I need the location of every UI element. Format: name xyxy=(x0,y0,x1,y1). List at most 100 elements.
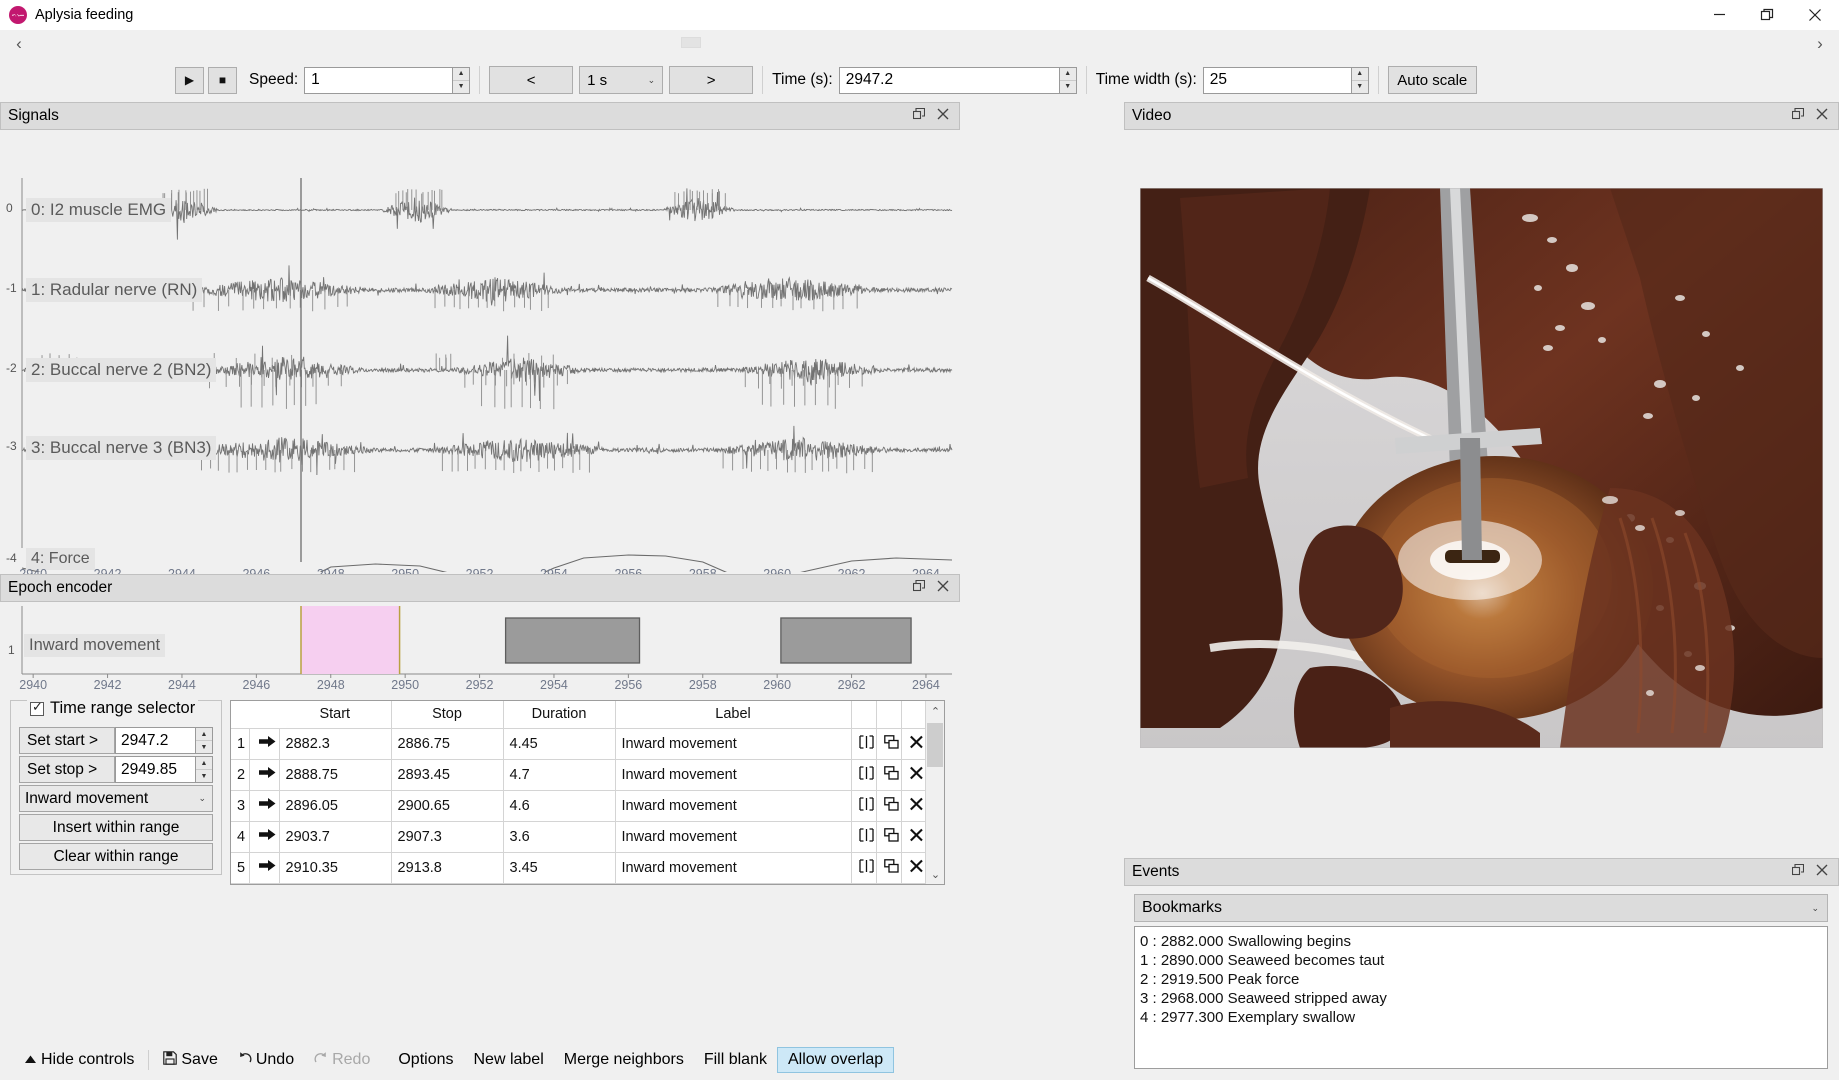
stop-time-input[interactable]: 2949.85 xyxy=(115,756,195,783)
table-column-header[interactable]: Start xyxy=(279,701,391,728)
label-select[interactable]: Inward movement ⌄ xyxy=(19,785,213,812)
goto-arrow-icon[interactable] xyxy=(249,821,279,852)
merge-neighbors-button[interactable]: Merge neighbors xyxy=(554,1048,694,1072)
spin-up-icon[interactable]: ▲ xyxy=(453,68,469,81)
cell-stop[interactable]: 2900.65 xyxy=(391,790,503,821)
signal-channel-label-0[interactable]: 0: I2 muscle EMG xyxy=(26,198,171,222)
spin-up-icon[interactable]: ▲ xyxy=(1352,68,1368,81)
undo-button[interactable]: Undo xyxy=(228,1048,304,1073)
cell-stop[interactable]: 2893.45 xyxy=(391,759,503,790)
close-panel-icon[interactable] xyxy=(937,107,949,125)
cell-label[interactable]: Inward movement xyxy=(615,728,851,759)
spin-down-icon[interactable]: ▼ xyxy=(453,81,469,93)
auto-scale-button[interactable]: Auto scale xyxy=(1388,66,1477,94)
cell-label[interactable]: Inward movement xyxy=(615,759,851,790)
cell-duration[interactable]: 3.6 xyxy=(503,821,615,852)
duplicate-epoch-icon[interactable] xyxy=(876,790,901,821)
duplicate-epoch-icon[interactable] xyxy=(876,759,901,790)
speed-spinner[interactable]: ▲ ▼ xyxy=(452,67,470,94)
hide-controls-button[interactable]: Hide controls xyxy=(14,1048,144,1072)
cell-duration[interactable]: 3.45 xyxy=(503,852,615,883)
spin-up-icon[interactable]: ▲ xyxy=(196,728,212,741)
time-width-input[interactable]: 25 xyxy=(1203,67,1351,94)
step-size-select[interactable]: 1 s ⌄ xyxy=(579,66,663,94)
signal-channel-label-1[interactable]: 1: Radular nerve (RN) xyxy=(26,278,202,302)
cell-duration[interactable]: 4.6 xyxy=(503,790,615,821)
delete-epoch-icon[interactable] xyxy=(901,821,926,852)
video-area[interactable] xyxy=(1124,130,1839,807)
epoch-row-label[interactable]: Inward movement xyxy=(24,634,165,657)
save-button[interactable]: Save xyxy=(153,1048,227,1073)
time-range-selector-toggle[interactable]: Time range selector xyxy=(27,699,198,718)
maximize-icon[interactable] xyxy=(1743,0,1791,30)
set-stop-button[interactable]: Set stop > xyxy=(19,756,115,783)
time-spinner[interactable]: ▲ ▼ xyxy=(1059,67,1077,94)
spin-down-icon[interactable]: ▼ xyxy=(196,770,212,782)
speed-stepper[interactable]: 1 ▲ ▼ xyxy=(304,67,470,94)
epoch-table[interactable]: StartStopDurationLabel 12882.32886.754.4… xyxy=(230,700,945,885)
close-panel-icon[interactable] xyxy=(937,579,949,597)
scrollbar-thumb[interactable] xyxy=(927,723,943,767)
time-width-spinner[interactable]: ▲ ▼ xyxy=(1351,67,1369,94)
cell-start[interactable]: 2888.75 xyxy=(279,759,391,790)
step-forward-button[interactable]: > xyxy=(669,66,753,94)
split-epoch-icon[interactable] xyxy=(851,728,876,759)
float-panel-icon[interactable] xyxy=(1792,863,1804,881)
event-list-item[interactable]: 1 : 2890.000 Seaweed becomes taut xyxy=(1140,951,1827,970)
new-label-button[interactable]: New label xyxy=(463,1048,553,1072)
split-epoch-icon[interactable] xyxy=(851,821,876,852)
table-column-header[interactable] xyxy=(231,701,249,728)
table-row[interactable]: 22888.752893.454.7Inward movement xyxy=(231,759,926,790)
duplicate-epoch-icon[interactable] xyxy=(876,852,901,883)
cell-label[interactable]: Inward movement xyxy=(615,821,851,852)
spin-down-icon[interactable]: ▼ xyxy=(1060,81,1076,93)
table-row[interactable]: 32896.052900.654.6Inward movement xyxy=(231,790,926,821)
float-panel-icon[interactable] xyxy=(913,579,925,597)
epoch-encoder-plot[interactable]: 1Inward movement294029422944294629482950… xyxy=(0,602,960,694)
time-range-selector-checkbox[interactable] xyxy=(30,702,44,716)
split-epoch-icon[interactable] xyxy=(851,790,876,821)
float-panel-icon[interactable] xyxy=(1792,107,1804,125)
chevron-left-icon[interactable]: ‹ xyxy=(9,34,29,54)
close-panel-icon[interactable] xyxy=(1816,107,1828,125)
scroll-up-icon[interactable]: ⌃ xyxy=(926,701,945,721)
goto-arrow-icon[interactable] xyxy=(249,728,279,759)
scroll-down-icon[interactable]: ⌄ xyxy=(926,864,945,884)
events-list[interactable]: 0 : 2882.000 Swallowing begins1 : 2890.0… xyxy=(1134,926,1828,1069)
options-button[interactable]: Options xyxy=(388,1048,463,1072)
delete-epoch-icon[interactable] xyxy=(901,852,926,883)
cell-start[interactable]: 2896.05 xyxy=(279,790,391,821)
event-list-item[interactable]: 4 : 2977.300 Exemplary swallow xyxy=(1140,1008,1827,1027)
table-column-header[interactable] xyxy=(851,701,876,728)
cell-duration[interactable]: 4.45 xyxy=(503,728,615,759)
speed-input[interactable]: 1 xyxy=(304,67,452,94)
cell-stop[interactable]: 2907.3 xyxy=(391,821,503,852)
goto-arrow-icon[interactable] xyxy=(249,759,279,790)
spin-down-icon[interactable]: ▼ xyxy=(196,741,212,753)
split-epoch-icon[interactable] xyxy=(851,852,876,883)
goto-arrow-icon[interactable] xyxy=(249,852,279,883)
time-stepper[interactable]: 2947.2 ▲ ▼ xyxy=(839,67,1077,94)
cell-start[interactable]: 2882.3 xyxy=(279,728,391,759)
spin-up-icon[interactable]: ▲ xyxy=(1060,68,1076,81)
signal-channel-label-2[interactable]: 2: Buccal nerve 2 (BN2) xyxy=(26,358,216,382)
chevron-right-icon[interactable]: › xyxy=(1810,34,1830,54)
table-column-header[interactable] xyxy=(249,701,279,728)
event-list-item[interactable]: 3 : 2968.000 Seaweed stripped away xyxy=(1140,989,1827,1008)
start-time-input[interactable]: 2947.2 xyxy=(115,727,195,754)
delete-epoch-icon[interactable] xyxy=(901,790,926,821)
duplicate-epoch-icon[interactable] xyxy=(876,821,901,852)
cell-label[interactable]: Inward movement xyxy=(615,852,851,883)
play-button[interactable]: ▶ xyxy=(175,67,204,94)
table-column-header[interactable]: Stop xyxy=(391,701,503,728)
spin-down-icon[interactable]: ▼ xyxy=(1352,81,1368,93)
spin-up-icon[interactable]: ▲ xyxy=(196,757,212,770)
float-panel-icon[interactable] xyxy=(913,107,925,125)
goto-arrow-icon[interactable] xyxy=(249,790,279,821)
set-start-button[interactable]: Set start > xyxy=(19,727,115,754)
stop-time-spinner[interactable]: ▲ ▼ xyxy=(195,756,213,783)
toolbar-grip[interactable] xyxy=(681,37,701,48)
signals-plot[interactable]: 00: I2 muscle EMG-11: Radular nerve (RN)… xyxy=(0,130,960,572)
cell-stop[interactable]: 2886.75 xyxy=(391,728,503,759)
start-time-spinner[interactable]: ▲ ▼ xyxy=(195,727,213,754)
